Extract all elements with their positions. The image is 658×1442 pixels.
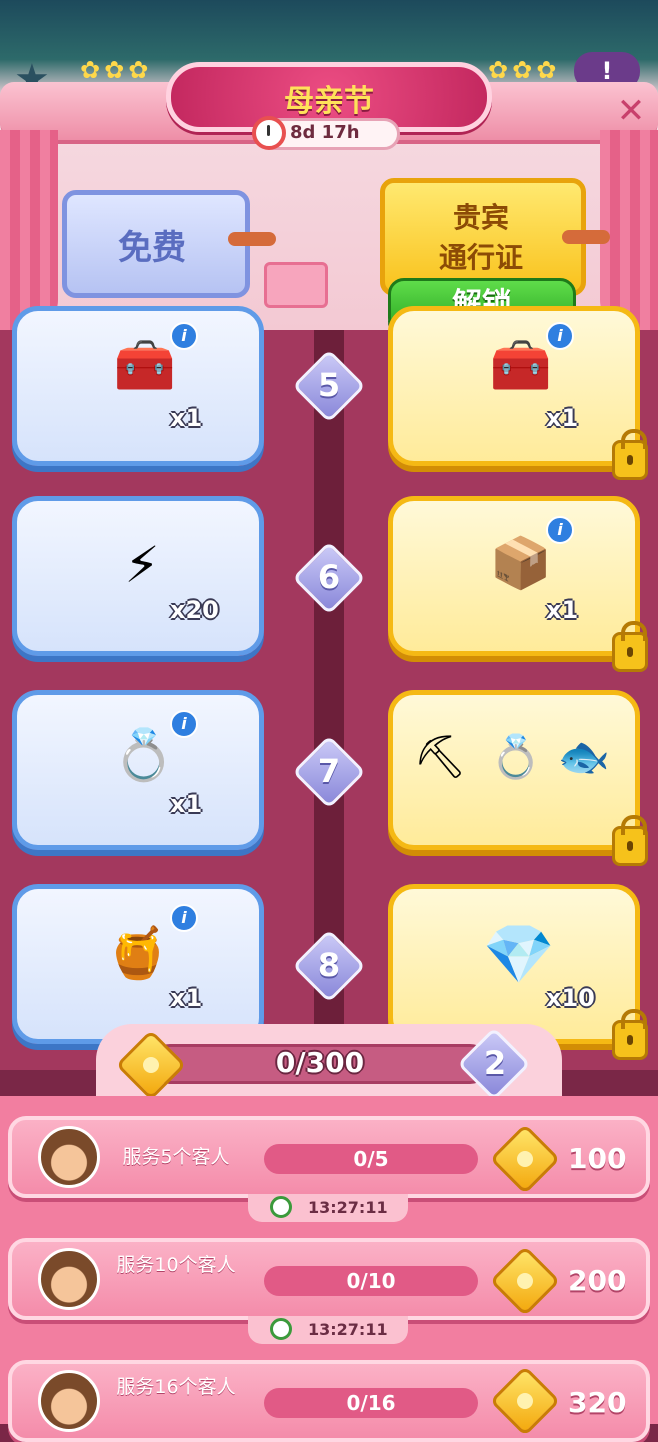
vip-pass-label-line1: 贵宾 — [452, 201, 509, 234]
task-reward: 320 — [568, 1386, 627, 1419]
stopwatch-icon — [252, 116, 286, 150]
flower-decoration: ✿✿✿ — [488, 56, 561, 84]
vip-pass-label-line2: 通行证 — [438, 241, 523, 274]
task-label: 服务16个客人 — [116, 1376, 236, 1398]
task-progress-text: 0/5 — [353, 1147, 389, 1171]
pearl-ring-icon: 💍 — [112, 726, 176, 784]
reward-quantity: x10 — [546, 984, 595, 1012]
reward-quantity: x20 — [170, 596, 219, 624]
level-number: 5 — [317, 366, 341, 404]
reward-quantity: x1 — [170, 984, 203, 1012]
energy-box-icon: 📦 — [489, 534, 553, 592]
tool-icon: ⛏ — [413, 732, 467, 781]
event-timer-text: 8d 17h — [290, 122, 360, 143]
gold-ring-icon: 💍 — [489, 732, 543, 781]
reward-quantity: x1 — [170, 404, 203, 432]
customer-avatar — [38, 1370, 100, 1432]
reward-quantity: x1 — [170, 790, 203, 818]
honey-jar-icon: 🍯 — [106, 924, 170, 982]
lock-icon — [612, 1009, 648, 1060]
rope-decoration — [228, 232, 276, 246]
current-level-number: 2 — [483, 1044, 507, 1082]
task-reward: 100 — [568, 1142, 627, 1175]
treasure-chest-icon: 🧰 — [489, 336, 553, 394]
stopwatch-icon — [270, 1318, 292, 1340]
task-reward: 200 — [568, 1264, 627, 1297]
envelope-icon — [264, 262, 328, 308]
purple-gems-icon: 💎 — [482, 920, 556, 988]
customer-avatar — [38, 1248, 100, 1310]
lock-icon — [612, 429, 648, 480]
reward-quantity: x1 — [546, 596, 579, 624]
customer-avatar — [38, 1126, 100, 1188]
energy-coins-icon: ⚡ — [124, 536, 160, 594]
reward-quantity: x1 — [546, 404, 579, 432]
lock-icon — [612, 621, 648, 672]
curtain-left — [0, 130, 58, 330]
task-progress-text: 0/10 — [346, 1269, 396, 1293]
lock-icon — [612, 815, 648, 866]
curtain-right — [600, 130, 658, 330]
level-number: 7 — [317, 752, 341, 790]
rope-decoration — [562, 230, 610, 244]
close-button[interactable]: ✕ — [612, 92, 650, 130]
task-timer-text: 13:27:11 — [308, 1198, 388, 1217]
task-timer-text: 13:27:11 — [308, 1320, 388, 1339]
treasure-chest-icon: 🧰 — [113, 336, 177, 394]
task-label: 服务5个客人 — [122, 1146, 230, 1168]
level-number: 6 — [317, 558, 341, 596]
vip-pass-label: 贵宾 通行证 — [384, 198, 578, 278]
task-progress-text: 0/16 — [346, 1391, 396, 1415]
page-title: 母亲节 — [284, 84, 374, 119]
progress-text: 0/300 — [275, 1046, 365, 1079]
task-label: 服务10个客人 — [116, 1254, 236, 1276]
free-tier-label: 免费 — [118, 228, 186, 268]
fish-icon: 🐟 — [557, 732, 611, 781]
stopwatch-icon — [270, 1196, 292, 1218]
flower-decoration: ✿✿✿ — [80, 56, 153, 84]
level-number: 8 — [317, 946, 341, 984]
